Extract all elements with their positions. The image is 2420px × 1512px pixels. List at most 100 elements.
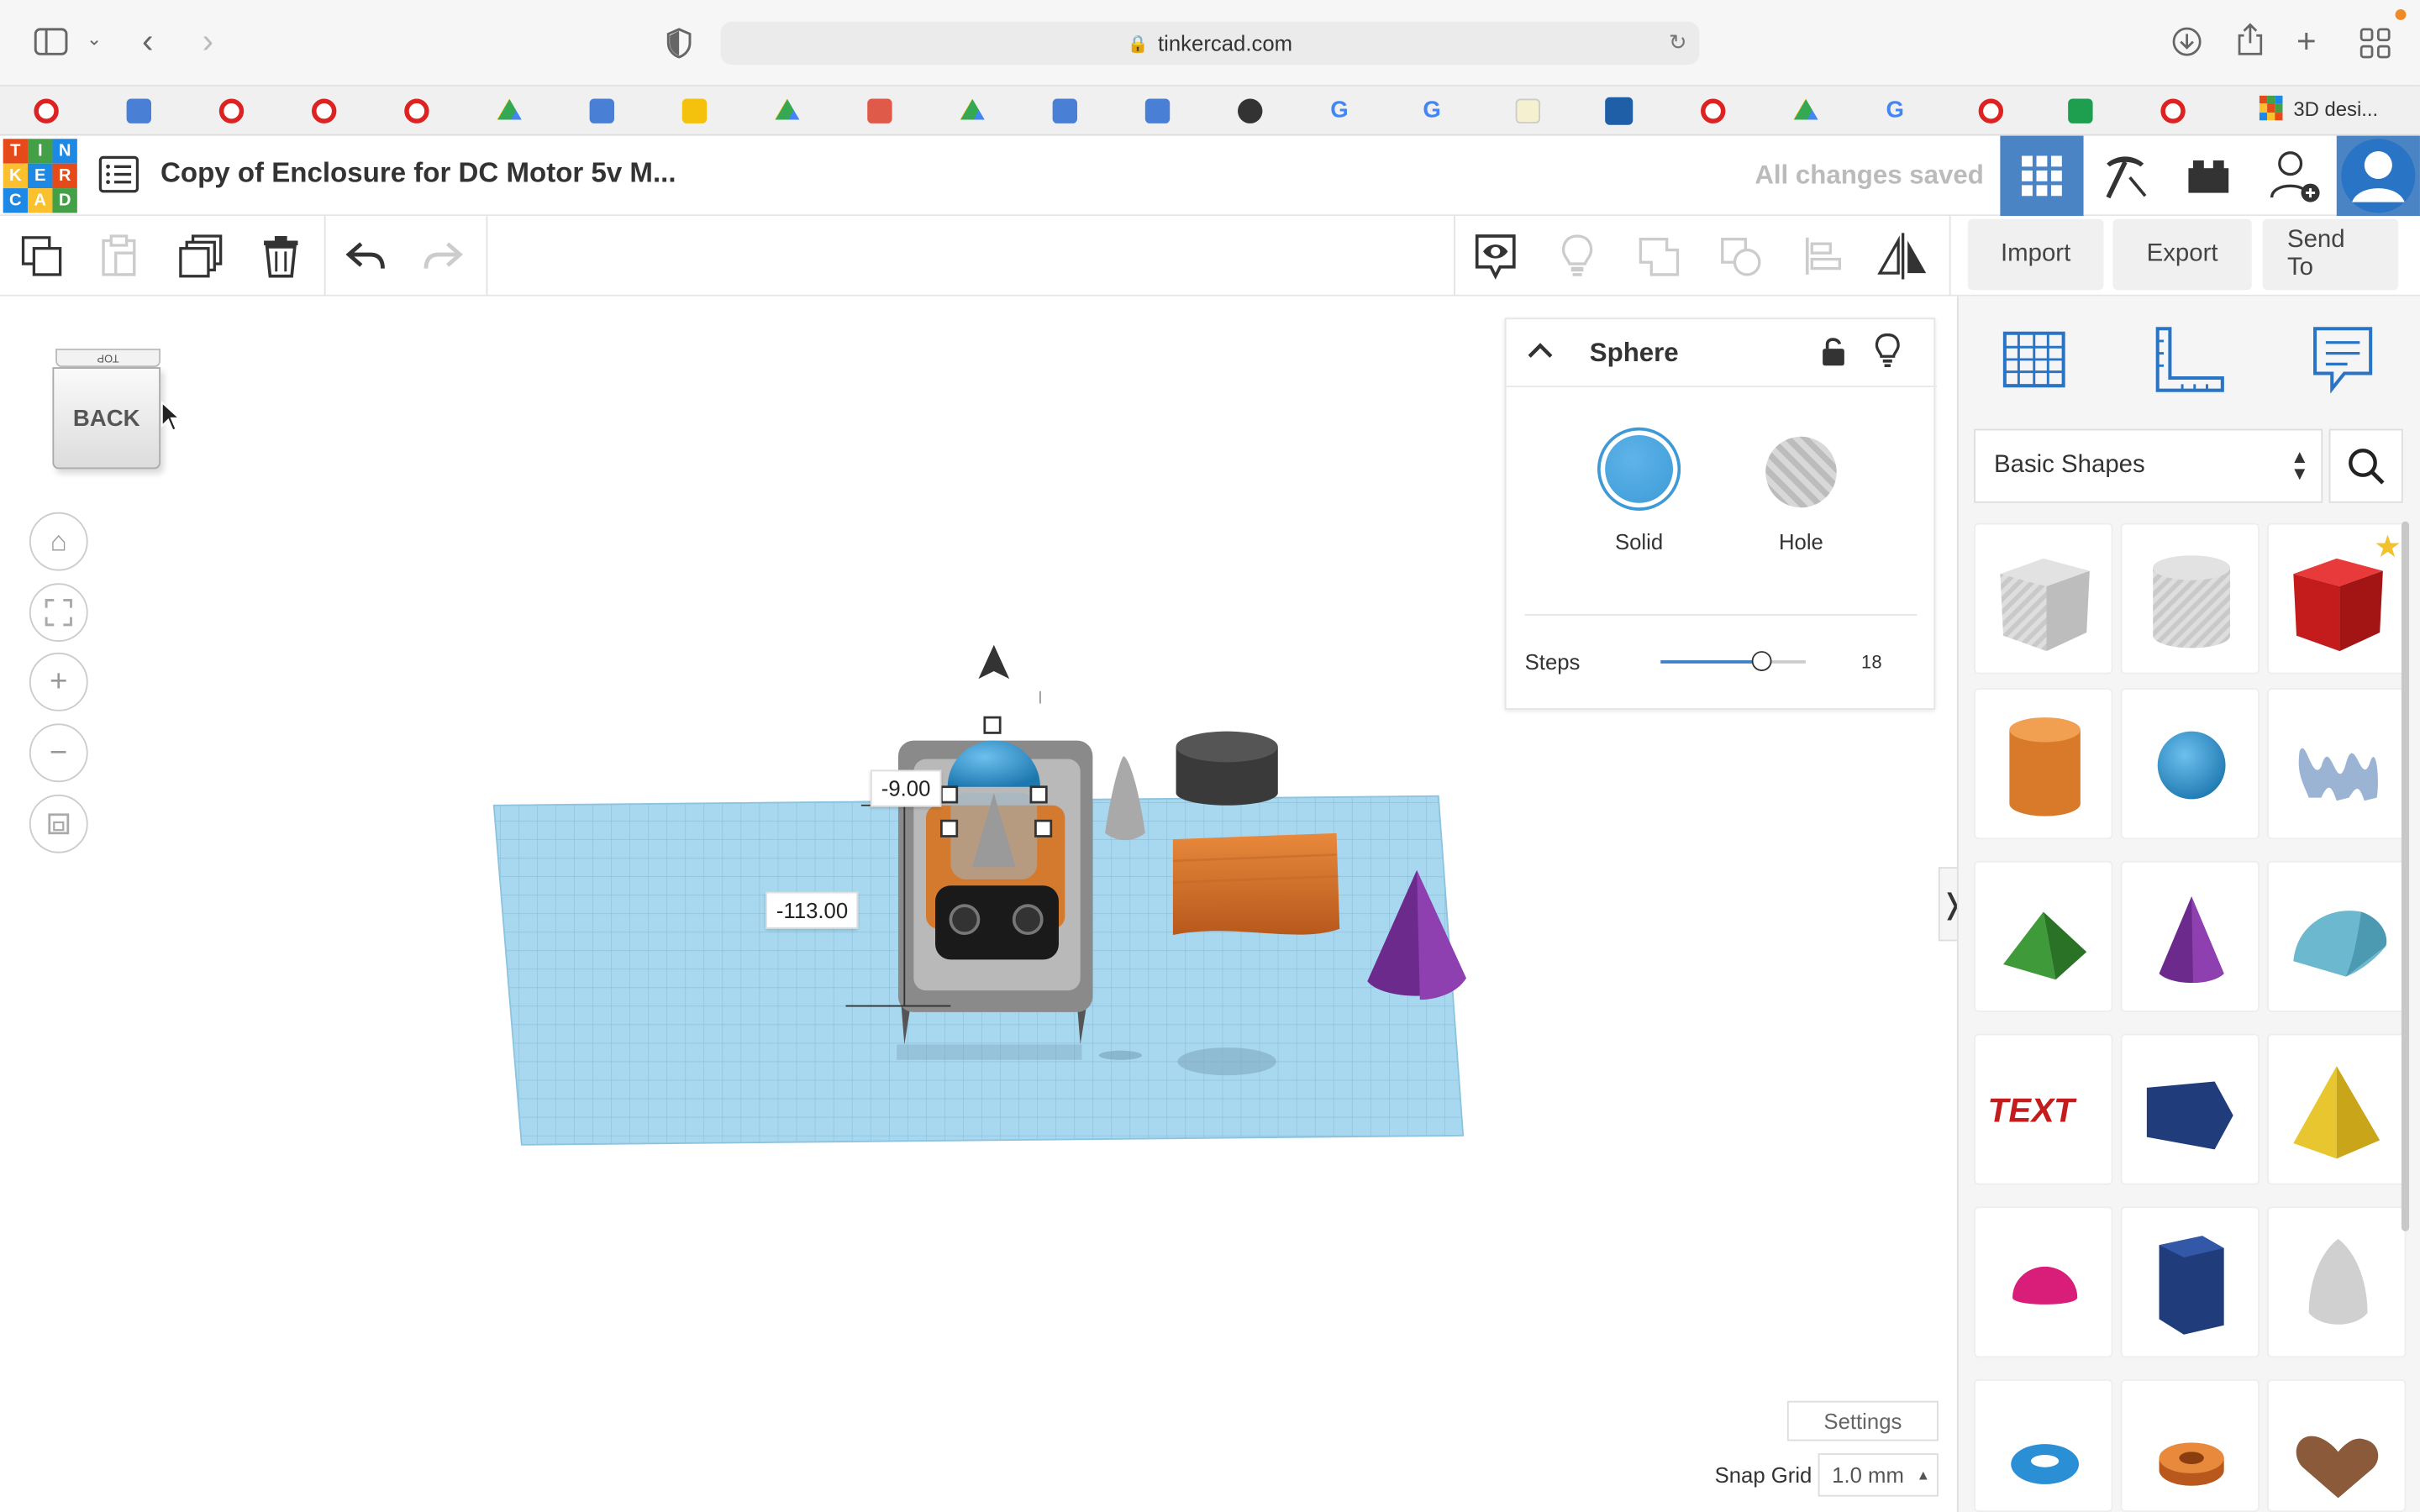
active-tab[interactable]: 3D desi...: [2259, 95, 2378, 121]
dark-cylinder[interactable]: [1176, 731, 1278, 806]
unlock-icon[interactable]: [1821, 336, 1845, 367]
shape-search-button[interactable]: [2328, 428, 2403, 503]
shape-text[interactable]: TEXT: [1974, 1033, 2113, 1185]
steps-slider-thumb[interactable]: [1751, 651, 1772, 671]
back-icon[interactable]: ‹: [142, 22, 153, 62]
blocks-button[interactable]: [2084, 136, 2167, 217]
user-avatar-button[interactable]: [2336, 135, 2420, 217]
shape-tube[interactable]: [2120, 1379, 2260, 1512]
scene-canvas[interactable]: [463, 636, 1512, 1469]
workplane-button[interactable]: [1999, 324, 2070, 403]
group-button[interactable]: [1621, 216, 1698, 297]
send-to-button[interactable]: Send To: [2262, 218, 2399, 291]
shape-paraboloid[interactable]: [2267, 1206, 2407, 1358]
bookmark-icon[interactable]: [34, 98, 59, 123]
shape-scribble[interactable]: [2267, 688, 2407, 840]
home-view-button[interactable]: ⌂: [29, 512, 88, 571]
3d-view-button[interactable]: [2000, 135, 2084, 217]
zoom-in-button[interactable]: +: [29, 652, 88, 711]
bookmark-icon[interactable]: [1701, 98, 1726, 123]
shape-category-select[interactable]: Basic Shapes ▲ ▼: [1974, 428, 2323, 503]
bookmark-icon[interactable]: [218, 98, 245, 123]
google-bookmark-icon[interactable]: G: [1423, 97, 1447, 123]
shape-cone[interactable]: [2120, 860, 2260, 1012]
view-cube[interactable]: TOP BACK: [50, 345, 167, 475]
shape-cylinder-hole[interactable]: [2120, 522, 2260, 675]
bookmark-icon[interactable]: [1238, 98, 1263, 123]
address-bar[interactable]: 🔒 tinkercad.com ↻: [720, 21, 1700, 66]
bookmark-icon[interactable]: [1605, 97, 1634, 125]
translate-bookmark-icon[interactable]: [589, 98, 615, 123]
hole-button[interactable]: [1765, 436, 1837, 508]
sidebar-icon[interactable]: [34, 28, 68, 63]
bookmark-icon[interactable]: [312, 98, 337, 123]
docs-bookmark-icon[interactable]: [126, 98, 151, 123]
forward-icon[interactable]: ›: [203, 22, 213, 62]
shape-polygon[interactable]: [2120, 1206, 2260, 1358]
shape-round-roof[interactable]: [2267, 860, 2407, 1012]
duplicate-button[interactable]: [162, 216, 239, 297]
design-title[interactable]: Copy of Enclosure for DC Motor 5v M...: [160, 157, 676, 190]
fit-view-button[interactable]: [29, 583, 88, 643]
shield-icon[interactable]: [666, 28, 692, 66]
align-button[interactable]: [1784, 216, 1861, 297]
docs-bookmark-icon[interactable]: [1144, 98, 1171, 123]
shape-heart[interactable]: [2267, 1379, 2407, 1512]
shape-sphere[interactable]: [2120, 688, 2260, 840]
shape-torus[interactable]: [1974, 1379, 2113, 1512]
zoom-out-button[interactable]: −: [29, 723, 88, 783]
bookmark-icon[interactable]: [2160, 98, 2186, 123]
paste-button[interactable]: [81, 216, 158, 297]
height-dimension-label[interactable]: -9.00: [870, 769, 942, 807]
shape-roof[interactable]: [1974, 860, 2113, 1012]
settings-button[interactable]: Settings: [1786, 1400, 1939, 1441]
new-tab-icon[interactable]: +: [2296, 22, 2317, 62]
chat-bookmark-icon[interactable]: [867, 98, 892, 123]
tinkercad-logo[interactable]: T I N K E R C A D: [3, 139, 77, 213]
show-all-button[interactable]: [1457, 216, 1534, 297]
steps-value[interactable]: 18: [1861, 651, 1882, 673]
hide-button[interactable]: [1539, 216, 1616, 297]
drive-bookmark-icon[interactable]: [960, 98, 985, 120]
shape-pyramid[interactable]: [2267, 1033, 2407, 1185]
view-cube-top[interactable]: TOP: [55, 349, 161, 368]
google-bookmark-icon[interactable]: G: [1886, 97, 1910, 123]
chevron-up-icon[interactable]: [1528, 343, 1553, 358]
copy-button[interactable]: [3, 216, 81, 297]
import-button[interactable]: Import: [1967, 218, 2104, 291]
shape-half-sphere[interactable]: [1974, 1206, 2113, 1358]
shape-prism[interactable]: [2120, 1033, 2260, 1185]
sheets-bookmark-icon[interactable]: [2068, 98, 2093, 123]
design-list-icon[interactable]: [98, 155, 139, 201]
ruler-button[interactable]: [2153, 324, 2227, 403]
drive-bookmark-icon[interactable]: [497, 98, 522, 120]
drive-bookmark-icon[interactable]: [775, 98, 800, 120]
solid-button[interactable]: [1597, 427, 1681, 511]
redo-button[interactable]: [404, 216, 481, 297]
bookmark-icon[interactable]: [404, 98, 429, 123]
mirror-button[interactable]: [1865, 216, 1942, 297]
lightbulb-icon[interactable]: [1875, 333, 1900, 368]
docs-bookmark-icon[interactable]: [1052, 98, 1078, 123]
invite-user-button[interactable]: [2254, 136, 2337, 217]
notes-button[interactable]: [2311, 324, 2375, 403]
share-icon[interactable]: [2236, 23, 2264, 66]
chevron-down-icon[interactable]: ⌄: [87, 28, 102, 50]
orange-cylinder[interactable]: [1172, 832, 1340, 936]
bookmark-icon[interactable]: [1978, 98, 2004, 123]
download-icon[interactable]: [2171, 26, 2202, 65]
delete-button[interactable]: [242, 216, 319, 297]
tab-overview-icon[interactable]: [2360, 28, 2391, 66]
ungroup-button[interactable]: [1702, 216, 1780, 297]
drive-bookmark-icon[interactable]: [1793, 98, 1818, 120]
shape-box[interactable]: ★: [2267, 522, 2407, 675]
snap-grid-select[interactable]: 1.0 mm ▲: [1818, 1453, 1939, 1497]
ortho-view-button[interactable]: [29, 794, 88, 853]
undo-button[interactable]: [327, 216, 404, 297]
reload-icon[interactable]: ↻: [1669, 29, 1687, 55]
steps-slider[interactable]: [1660, 651, 1806, 671]
panel-scrollbar[interactable]: [2401, 521, 2410, 1231]
google-bookmark-icon[interactable]: G: [1330, 97, 1355, 123]
offset-dimension-label[interactable]: -113.00: [765, 891, 860, 929]
shape-box-hole[interactable]: [1974, 522, 2113, 675]
